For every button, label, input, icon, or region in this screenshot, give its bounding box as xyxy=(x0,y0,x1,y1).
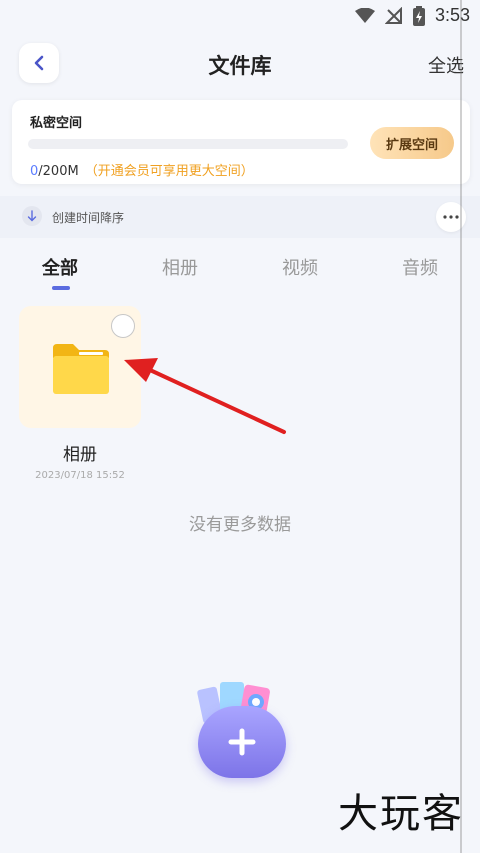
tab-all[interactable]: 全部 xyxy=(20,254,100,280)
folder-icon xyxy=(53,344,109,394)
tab-album[interactable]: 相册 xyxy=(140,254,220,280)
arrow-down-icon xyxy=(27,210,37,222)
select-all-button[interactable]: 全选 xyxy=(428,52,464,78)
category-tabs: 全部 相册 视频 音频 xyxy=(0,254,480,294)
watermark: 大玩客 xyxy=(338,791,464,837)
status-time: 3:53 xyxy=(434,5,470,25)
storage-progress-bar xyxy=(28,139,348,149)
battery-charging-icon xyxy=(412,5,425,26)
folder-name: 相册 xyxy=(63,445,97,465)
plus-icon xyxy=(228,728,256,756)
more-dots-icon xyxy=(443,215,459,219)
empty-text: 没有更多数据 xyxy=(189,515,291,535)
tab-audio[interactable]: 音频 xyxy=(380,254,460,280)
sort-row: 创建时间降序 xyxy=(0,196,480,238)
storage-card: 私密空间 0/200M （开通会员可享用更大空间） 扩展空间 xyxy=(12,100,470,184)
red-arrow-annotation xyxy=(124,358,286,434)
storage-total: /200M xyxy=(38,164,79,179)
add-button-body[interactable] xyxy=(198,706,286,778)
add-file-button[interactable] xyxy=(194,680,294,780)
header: 文件库 全选 xyxy=(0,40,480,90)
tab-video[interactable]: 视频 xyxy=(260,254,340,280)
storage-member-tip[interactable]: （开通会员可享用更大空间） xyxy=(85,164,254,179)
sort-toggle[interactable] xyxy=(22,206,42,226)
storage-title: 私密空间 xyxy=(30,116,83,131)
status-bar: 3:53 xyxy=(0,0,480,34)
page-title: 文件库 xyxy=(208,54,272,78)
no-signal-icon xyxy=(384,6,402,24)
expand-space-button[interactable]: 扩展空间 xyxy=(370,127,454,159)
status-icons: 3:53 xyxy=(354,5,470,26)
folder-date: 2023/07/18 15:52 xyxy=(35,470,125,481)
tab-active-indicator xyxy=(52,286,70,290)
wifi-icon xyxy=(354,7,375,23)
sort-label[interactable]: 创建时间降序 xyxy=(52,209,124,226)
storage-usage: 0/200M （开通会员可享用更大空间） xyxy=(30,160,254,179)
folder-select-checkbox[interactable] xyxy=(111,314,135,338)
edge-divider xyxy=(460,0,462,853)
